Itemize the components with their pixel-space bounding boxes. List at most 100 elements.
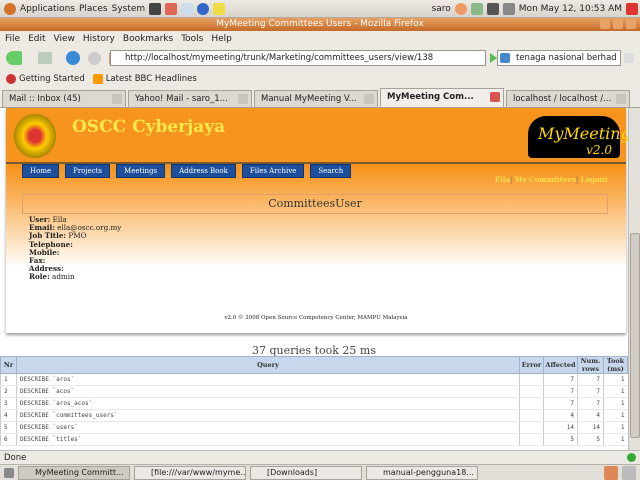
- tab-label: localhost / localhost /...: [513, 94, 612, 104]
- panel-menu-system[interactable]: System: [112, 4, 146, 14]
- menu-history[interactable]: History: [83, 34, 115, 44]
- maximize-icon[interactable]: [613, 19, 623, 29]
- tab-localhost-phpmyadmin[interactable]: localhost / localhost /...: [506, 90, 630, 107]
- menu-edit[interactable]: Edit: [28, 34, 45, 44]
- user-link-logout[interactable]: Logout: [581, 175, 608, 184]
- sql-log-table: Nr Query Error Affected Num. rows Took (…: [0, 356, 628, 446]
- stop-icon[interactable]: [88, 51, 101, 65]
- search-icon[interactable]: [624, 53, 634, 63]
- gnome-taskbar: MyMeeting Committ... [file:///var/www/my…: [0, 464, 640, 480]
- cell-nr: 1: [0, 373, 17, 386]
- bookmarks-toolbar: Getting Started Latest BBC Headlines: [0, 70, 640, 88]
- panel-menu-places[interactable]: Places: [79, 4, 108, 14]
- taskbar-item-manual[interactable]: manual-pengguna18...: [366, 465, 478, 480]
- tab-manual-mymeeting[interactable]: Manual MyMeeting V...: [254, 90, 378, 107]
- power-icon[interactable]: [626, 2, 638, 15]
- tab-label: Mail :: Inbox (45): [9, 94, 81, 104]
- site-header: OSCC Cyberjaya MyMeeting v2.0: [6, 108, 628, 164]
- page-footer: v2.0 © 2008 Open Source Competency Cente…: [224, 315, 408, 321]
- cell-error: [519, 409, 544, 422]
- cell-error: [519, 373, 544, 386]
- menu-file[interactable]: File: [5, 34, 20, 44]
- col-query: Query: [16, 356, 520, 374]
- table-row: 4 DESCRIBE `committees_users` 4 4 1: [0, 409, 628, 422]
- network-icon[interactable]: [470, 2, 483, 15]
- cell-took: 1: [603, 421, 628, 434]
- tab-mail-inbox[interactable]: Mail :: Inbox (45): [2, 90, 126, 107]
- trash-icon[interactable]: [622, 465, 636, 480]
- menu-bar: File Edit View History Bookmarks Tools H…: [0, 31, 640, 46]
- search-input[interactable]: tenaga nasional berhad: [497, 50, 621, 66]
- tab-mymeeting-committees[interactable]: MyMeeting Com...: [380, 88, 504, 107]
- cell-num-rows: 4: [577, 409, 604, 422]
- notes-launcher-icon[interactable]: [213, 2, 226, 15]
- nav-search[interactable]: Search: [310, 164, 352, 178]
- nav-projects[interactable]: Projects: [65, 164, 111, 178]
- close-tab-icon[interactable]: [364, 94, 374, 104]
- bookmark-bbc-headlines[interactable]: Latest BBC Headlines: [106, 74, 197, 84]
- url-input[interactable]: http://localhost/mymeeting/trunk/Marketi…: [110, 50, 486, 66]
- window-title: MyMeeting Committees Users - Mozilla Fir…: [216, 19, 424, 29]
- notification-icon[interactable]: [454, 2, 467, 15]
- cell-took: 1: [603, 409, 628, 422]
- forward-icon[interactable]: [38, 52, 52, 64]
- menu-tools[interactable]: Tools: [181, 34, 203, 44]
- cell-query: DESCRIBE `aros`: [16, 373, 520, 386]
- cell-error: [519, 433, 544, 446]
- menu-help[interactable]: Help: [211, 34, 232, 44]
- nav-files-archive[interactable]: Files Archive: [241, 164, 305, 178]
- cell-query: DESCRIBE `titles`: [16, 433, 520, 446]
- minimize-icon[interactable]: [600, 19, 610, 29]
- cell-num-rows: 7: [577, 397, 604, 410]
- nav-home[interactable]: Home: [22, 164, 60, 178]
- bookmark-getting-started[interactable]: Getting Started: [19, 74, 85, 84]
- cell-affected: 14: [543, 421, 578, 434]
- vertical-scrollbar[interactable]: [628, 108, 640, 450]
- status-text: Done: [4, 453, 27, 463]
- mail-launcher-icon[interactable]: [181, 2, 194, 15]
- taskbar-item-downloads[interactable]: [Downloads]: [250, 465, 362, 480]
- help-launcher-icon[interactable]: [197, 2, 210, 15]
- getting-started-icon: [6, 74, 16, 84]
- cell-query: DESCRIBE `acos`: [16, 385, 520, 398]
- panel-clock[interactable]: Mon May 12, 10:53 AM: [519, 4, 622, 14]
- battery-icon[interactable]: [486, 2, 499, 15]
- user-link-my-committees[interactable]: My Committees: [515, 175, 576, 184]
- nav-address-book[interactable]: Address Book: [171, 164, 236, 178]
- search-engine-icon[interactable]: [500, 53, 510, 63]
- show-desktop-icon[interactable]: [4, 467, 14, 478]
- col-affected: Affected: [543, 356, 578, 374]
- tab-yahoo-mail[interactable]: Yahoo! Mail - saro_1...: [128, 90, 252, 107]
- site-name: OSCC Cyberjaya: [72, 117, 226, 137]
- close-tab-icon[interactable]: [112, 94, 122, 104]
- close-tab-icon[interactable]: [490, 92, 500, 102]
- terminal-launcher-icon[interactable]: [149, 2, 162, 15]
- taskbar-item-file-browser[interactable]: [file:///var/www/myme...: [134, 465, 246, 480]
- ubuntu-logo-icon[interactable]: [4, 2, 16, 15]
- menu-view[interactable]: View: [54, 34, 75, 44]
- cell-num-rows: 14: [577, 421, 604, 434]
- close-tab-icon[interactable]: [616, 94, 626, 104]
- workspace-switcher-icon[interactable]: [604, 465, 618, 480]
- go-icon[interactable]: [490, 53, 497, 63]
- user-link-ella[interactable]: Ella: [495, 175, 510, 184]
- tab-bar: Mail :: Inbox (45) Yahoo! Mail - saro_1.…: [0, 88, 640, 108]
- scrollbar-thumb[interactable]: [630, 233, 640, 438]
- close-tab-icon[interactable]: [238, 94, 248, 104]
- cell-error: [519, 385, 544, 398]
- firefox-launcher-icon[interactable]: [165, 2, 178, 15]
- panel-menu-applications[interactable]: Applications: [20, 4, 75, 14]
- panel-user[interactable]: saro: [432, 4, 451, 14]
- user-details: User: Ella Email: ella@oscc.org.my Job Tit…: [29, 215, 121, 282]
- reload-icon[interactable]: [66, 51, 80, 65]
- nav-meetings[interactable]: Meetings: [116, 164, 166, 178]
- back-icon[interactable]: [6, 51, 22, 65]
- cell-took: 1: [603, 397, 628, 410]
- menu-bookmarks[interactable]: Bookmarks: [123, 34, 173, 44]
- page-title: CommitteesUser: [22, 194, 608, 214]
- close-window-icon[interactable]: [626, 19, 636, 29]
- table-row: 1 DESCRIBE `aros` 7 7 1: [0, 373, 628, 386]
- cell-nr: 6: [0, 433, 17, 446]
- volume-icon[interactable]: [502, 2, 515, 15]
- taskbar-item-firefox[interactable]: MyMeeting Committ...: [18, 465, 130, 480]
